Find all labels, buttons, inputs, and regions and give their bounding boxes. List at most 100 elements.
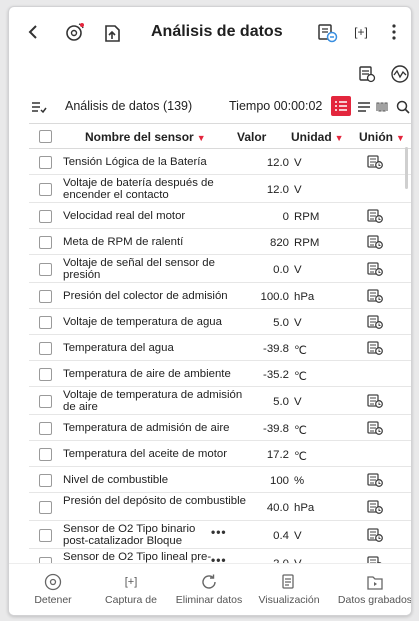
stop-button[interactable]: Detener bbox=[13, 570, 93, 606]
sensor-name: Temperatura de aire de ambiente bbox=[63, 368, 231, 380]
page-title: Análisis de datos bbox=[151, 23, 283, 40]
capture-icon: [+] bbox=[124, 576, 138, 588]
vehicle-connect-icon[interactable] bbox=[63, 21, 87, 43]
file-status-icon[interactable] bbox=[357, 63, 377, 85]
row-checkbox[interactable] bbox=[39, 394, 52, 408]
table-row[interactable]: Nivel de combustible 100% bbox=[29, 467, 411, 493]
sensor-value: 0.4 bbox=[273, 530, 289, 542]
table-row[interactable]: Presión del depósito de combustible 40.0 h… bbox=[29, 493, 411, 521]
union-graph-icon[interactable] bbox=[367, 235, 383, 249]
table-row[interactable]: Voltaje de señal del sensor de presión 0.… bbox=[29, 255, 411, 283]
row-checkbox[interactable] bbox=[39, 367, 52, 381]
sensor-value: 12.0 bbox=[266, 184, 289, 196]
union-graph-icon[interactable] bbox=[367, 528, 383, 542]
more-vertical-icon[interactable] bbox=[387, 21, 401, 43]
table-row[interactable]: Tensión Lógica de la Batería 12.0 V bbox=[29, 149, 411, 175]
union-graph-icon[interactable] bbox=[367, 421, 383, 435]
sensor-value: 100.0 bbox=[260, 291, 289, 303]
back-icon[interactable] bbox=[23, 21, 43, 43]
list-view-icon[interactable] bbox=[331, 96, 351, 116]
elapsed-time: Tiempo 00:00:02 bbox=[229, 99, 323, 113]
sensor-unit: V bbox=[294, 396, 302, 408]
row-checkbox[interactable] bbox=[39, 289, 52, 303]
row-checkbox[interactable] bbox=[39, 155, 52, 169]
sensor-unit: % bbox=[294, 475, 305, 487]
select-all-checkbox[interactable] bbox=[39, 130, 52, 143]
row-checkbox[interactable] bbox=[39, 528, 52, 542]
table-row[interactable]: Temperatura de admisión de aire -39.8 ℃ bbox=[29, 415, 411, 441]
table-row[interactable]: Meta de RPM de ralentí 820 RPM bbox=[29, 229, 411, 255]
sensor-unit: ℃ bbox=[294, 425, 307, 437]
row-checkbox[interactable] bbox=[39, 315, 52, 329]
union-graph-icon[interactable] bbox=[367, 315, 383, 329]
union-graph-icon[interactable] bbox=[367, 500, 383, 514]
table-row[interactable]: Sensor de O2 Tipo binario post-catalizad… bbox=[29, 521, 411, 549]
row-checkbox[interactable] bbox=[39, 473, 52, 487]
sensor-name: Temperatura de admisión de aire bbox=[63, 422, 230, 434]
row-checkbox[interactable] bbox=[39, 341, 52, 355]
row-checkbox[interactable] bbox=[39, 421, 52, 435]
table-row[interactable]: Temperatura de aire de ambiente -35.2 ℃ bbox=[29, 361, 411, 387]
table-row[interactable]: Temperatura del agua -39.8 ℃ bbox=[29, 335, 411, 361]
search-icon[interactable] bbox=[395, 96, 411, 118]
row-checkbox[interactable] bbox=[39, 235, 52, 249]
column-unit[interactable]: Unidad ▼ bbox=[291, 130, 344, 144]
union-graph-icon[interactable] bbox=[367, 473, 383, 487]
table-row[interactable]: Voltaje de batería después de encender e… bbox=[29, 175, 411, 203]
sensor-value: -39.8 bbox=[263, 343, 289, 355]
visualization-button[interactable]: Visualización bbox=[249, 570, 329, 606]
sensor-name: Presión del depósito de combustible bbox=[63, 495, 246, 507]
top-bar: Análisis de datos [+] bbox=[9, 7, 411, 57]
scrollbar[interactable] bbox=[405, 147, 408, 189]
row-checkbox[interactable] bbox=[39, 447, 52, 461]
sort-arrow-icon: ▼ bbox=[334, 133, 344, 143]
table-row[interactable]: Presión del colector de admisión 100.0 hPa bbox=[29, 283, 411, 309]
table-row[interactable]: Voltaje de temperatura de admisión de ai… bbox=[29, 387, 411, 415]
sensor-name: Voltaje de temperatura de admisión de ai… bbox=[63, 389, 243, 413]
union-graph-icon[interactable] bbox=[367, 155, 383, 169]
table-row[interactable]: Temperatura del aceite de motor 17.2 ℃ bbox=[29, 441, 411, 467]
fullscreen-icon[interactable]: [+] bbox=[349, 21, 373, 43]
sensor-name: Meta de RPM de ralentí bbox=[63, 236, 184, 248]
recorded-data-button[interactable]: Datos grabados bbox=[335, 570, 411, 606]
sensor-value: 100 bbox=[269, 475, 289, 487]
union-graph-icon[interactable] bbox=[367, 341, 383, 355]
union-graph-icon[interactable] bbox=[367, 209, 383, 223]
text-view-icon[interactable] bbox=[355, 96, 373, 118]
delete-data-button[interactable]: Eliminar datos bbox=[169, 570, 249, 606]
union-graph-icon[interactable] bbox=[367, 394, 383, 408]
table-row[interactable]: Voltaje de temperatura de agua 5.0 V bbox=[29, 309, 411, 335]
more-options-icon[interactable]: ••• bbox=[211, 525, 227, 539]
sensor-value: 5.0 bbox=[273, 317, 289, 329]
export-icon[interactable] bbox=[101, 21, 125, 43]
table-header: Nombre del sensor ▼ Valor Unidad ▼ Unión ▼ bbox=[29, 123, 411, 149]
row-checkbox[interactable] bbox=[39, 182, 52, 196]
select-list-icon[interactable] bbox=[29, 97, 49, 119]
graph-view-icon[interactable] bbox=[375, 96, 393, 118]
record-settings-icon[interactable] bbox=[315, 21, 339, 43]
app-window: Análisis de datos [+] Análisis de datos … bbox=[8, 6, 412, 616]
capture-data-button[interactable]: [+] Captura de datos bbox=[91, 570, 171, 606]
sensor-unit: ℃ bbox=[294, 371, 307, 383]
table-row[interactable]: Velocidad real del motor 0 RPM bbox=[29, 203, 411, 229]
union-graph-icon[interactable] bbox=[367, 262, 383, 276]
sensor-unit: V bbox=[294, 184, 302, 196]
waveform-icon[interactable] bbox=[389, 63, 411, 85]
recorded-data-icon bbox=[335, 570, 411, 594]
union-graph-icon[interactable] bbox=[367, 289, 383, 303]
sensor-value: 12.0 bbox=[266, 157, 289, 169]
sensor-value: -35.2 bbox=[263, 369, 289, 381]
sensor-unit: V bbox=[294, 317, 302, 329]
sensor-table: Nombre del sensor ▼ Valor Unidad ▼ Unión ▼ … bbox=[29, 123, 411, 577]
data-count-title: Análisis de datos (139) bbox=[65, 99, 193, 113]
column-union[interactable]: Unión ▼ bbox=[359, 130, 405, 144]
sensor-unit: RPM bbox=[294, 211, 320, 223]
column-value[interactable]: Valor bbox=[237, 130, 266, 144]
sensor-unit: V bbox=[294, 530, 302, 542]
row-checkbox[interactable] bbox=[39, 262, 52, 276]
row-checkbox[interactable] bbox=[39, 209, 52, 223]
sensor-name: Voltaje de batería después de encender e… bbox=[63, 177, 214, 201]
column-sensor-name[interactable]: Nombre del sensor ▼ bbox=[85, 130, 206, 144]
row-checkbox[interactable] bbox=[39, 500, 52, 514]
sort-arrow-icon: ▼ bbox=[196, 133, 206, 143]
